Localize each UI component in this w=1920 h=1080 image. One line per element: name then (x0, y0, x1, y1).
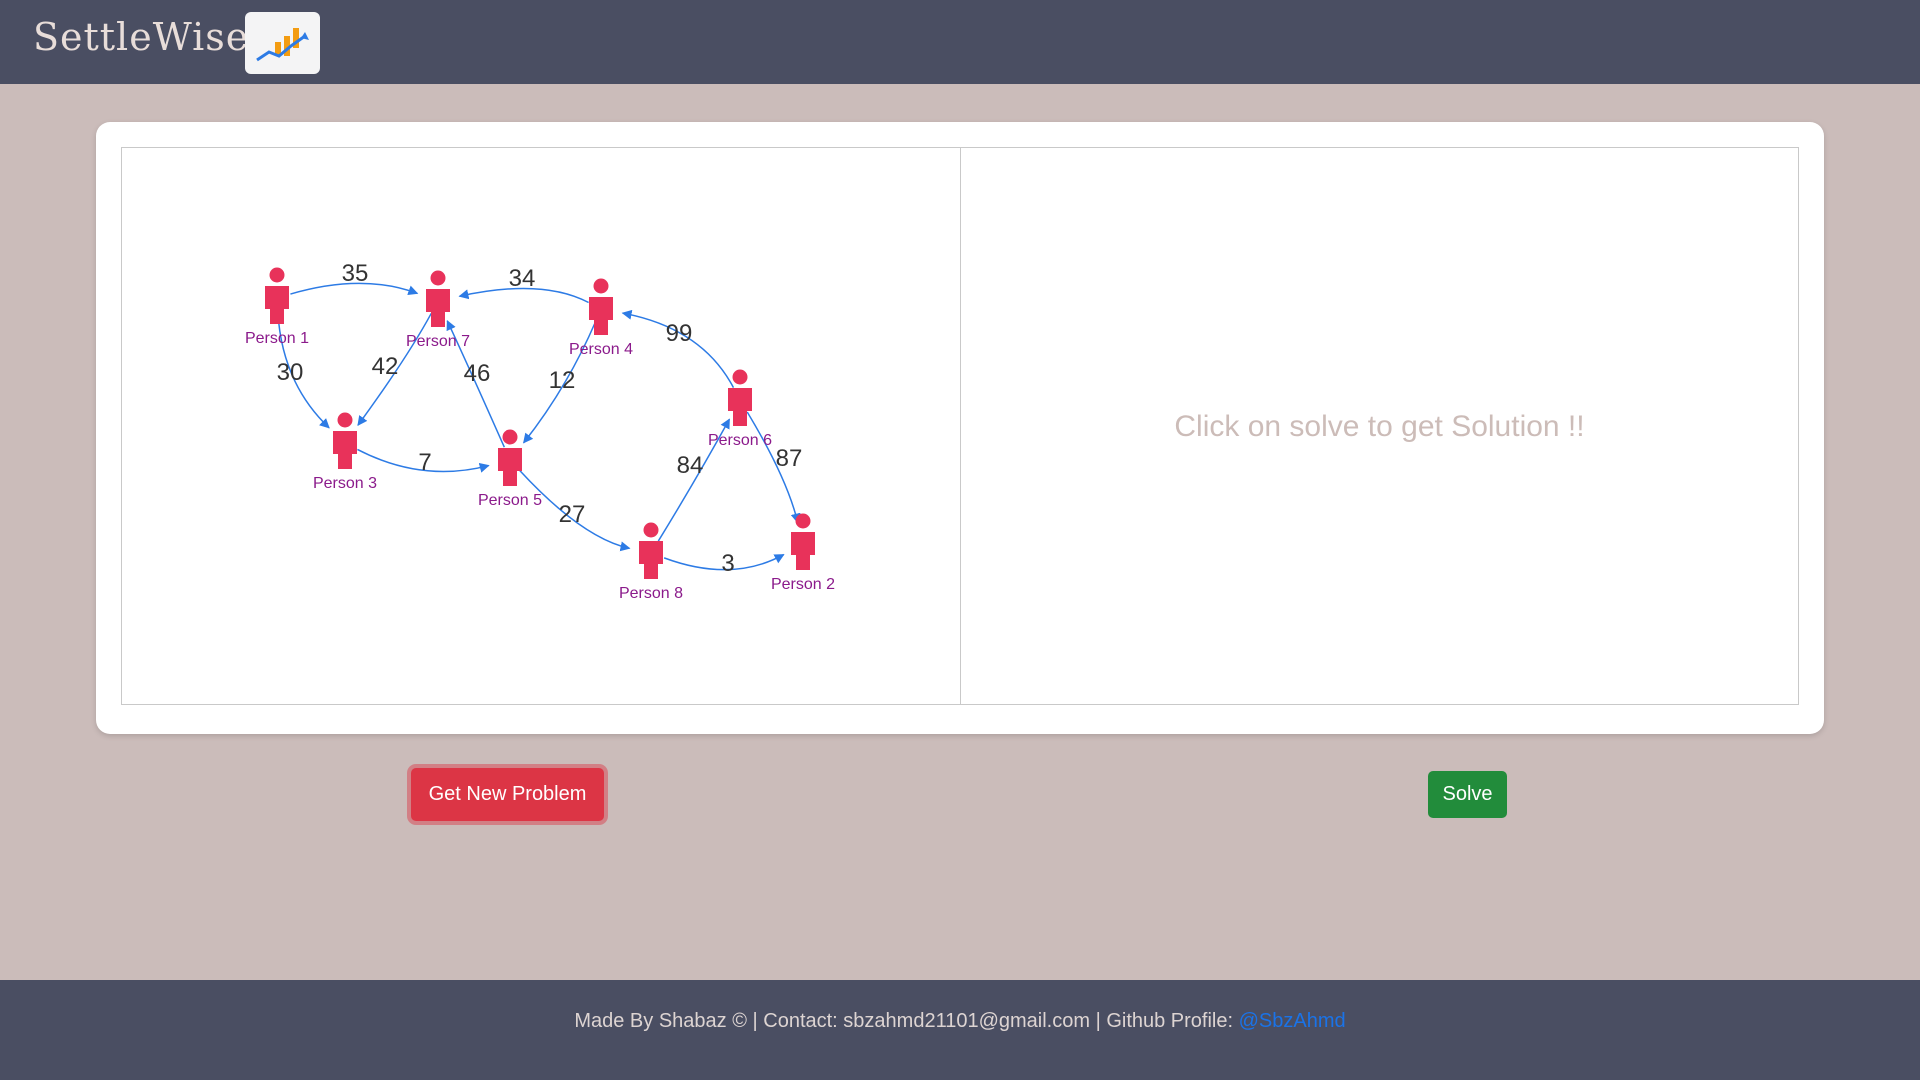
person-label: Person 6 (708, 432, 772, 449)
person-node[interactable]: Person 7 (406, 270, 470, 351)
person-label: Person 1 (245, 330, 309, 347)
person-node[interactable]: Person 1 (245, 267, 309, 348)
github-profile-link[interactable]: @SbzAhmd (1239, 1010, 1346, 1032)
get-new-problem-button[interactable]: Get New Problem (411, 768, 604, 821)
main-card: 35 34 30 42 46 12 99 7 27 84 87 3 Person 1 Person 7 P… (96, 122, 1824, 734)
person-icon (333, 431, 357, 469)
edge-amount-label: 34 (509, 265, 536, 292)
person-icon (502, 429, 518, 445)
person-node[interactable]: Person 6 (708, 369, 772, 450)
person-icon (643, 522, 659, 538)
person-icon (795, 513, 811, 529)
person-icon (728, 388, 752, 426)
debt-graph: 35 34 30 42 46 12 99 7 27 84 87 3 Person 1 Person 7 P… (245, 260, 835, 603)
footer-text: Made By Shabaz © | Contact: sbzahmd21101… (574, 1010, 1239, 1032)
person-icon (337, 412, 353, 428)
solution-panel: Click on solve to get Solution !! (960, 147, 1799, 705)
person-icon (732, 369, 748, 385)
solve-button[interactable]: Solve (1428, 771, 1507, 818)
edge-amount-label: 84 (677, 452, 704, 479)
solution-placeholder: Click on solve to get Solution !! (1174, 410, 1585, 443)
person-label: Person 2 (771, 576, 835, 593)
person-icon (426, 289, 450, 327)
person-node[interactable]: Person 2 (771, 513, 835, 594)
edge-amount-label: 3 (721, 550, 734, 577)
edge-amount-label: 42 (372, 353, 399, 380)
person-icon (639, 541, 663, 579)
person-node[interactable]: Person 5 (478, 429, 542, 510)
person-icon (593, 278, 609, 294)
person-label: Person 5 (478, 492, 542, 509)
person-icon (498, 448, 522, 486)
person-icon (269, 267, 285, 283)
edge-amount-label: 27 (559, 501, 586, 528)
edge-amount-label: 46 (464, 360, 491, 387)
person-label: Person 8 (619, 585, 683, 602)
edge-amount-label: 35 (342, 260, 369, 287)
edge-amount-label: 30 (277, 359, 304, 386)
person-icon (265, 286, 289, 324)
navbar: SettleWise (0, 0, 1920, 84)
person-label: Person 4 (569, 341, 633, 358)
edge-amount-label: 87 (776, 445, 803, 472)
person-icon (430, 270, 446, 286)
footer: Made By Shabaz © | Contact: sbzahmd21101… (0, 980, 1920, 1080)
person-node[interactable]: Person 8 (619, 522, 683, 603)
person-label: Person 7 (406, 333, 470, 350)
debt-graph-panel: 35 34 30 42 46 12 99 7 27 84 87 3 Person 1 Person 7 P… (121, 147, 961, 705)
person-icon (791, 532, 815, 570)
edge-amount-label: 7 (418, 449, 431, 476)
edge-amount-label: 12 (549, 367, 576, 394)
person-node[interactable]: Person 3 (313, 412, 377, 493)
person-label: Person 3 (313, 475, 377, 492)
edge-amount-label: 99 (666, 320, 693, 347)
brand-name[interactable]: SettleWise (33, 15, 249, 59)
person-node[interactable]: Person 4 (569, 278, 633, 359)
chart-trend-icon[interactable] (245, 12, 320, 74)
